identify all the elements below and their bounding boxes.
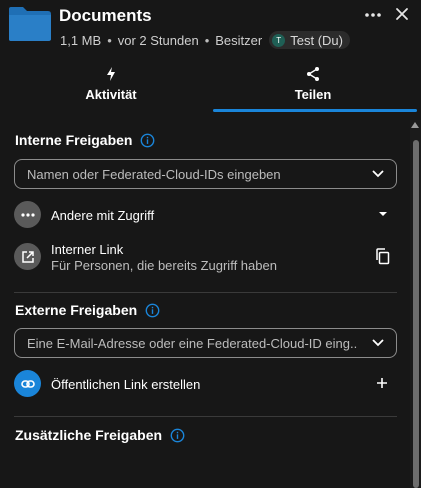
section-title-text: Interne Freigaben bbox=[15, 132, 133, 148]
create-public-link-row[interactable]: Öffentlichen Link erstellen bbox=[14, 370, 394, 400]
close-icon[interactable] bbox=[393, 5, 411, 23]
chevron-down-icon bbox=[372, 170, 384, 178]
owner-name: Test (Du) bbox=[290, 32, 343, 48]
sidebar-tabs: Aktivität Teilen bbox=[0, 60, 421, 116]
share-icon bbox=[307, 67, 319, 81]
avatar: T bbox=[272, 33, 286, 47]
chevron-down-icon bbox=[372, 339, 384, 347]
tab-activity[interactable]: Aktivität bbox=[11, 60, 211, 114]
modified-time: vor 2 Stunden bbox=[117, 32, 199, 48]
link-icon bbox=[14, 370, 41, 397]
owner-label: Besitzer bbox=[215, 32, 263, 48]
info-icon[interactable] bbox=[170, 428, 185, 443]
separator-dot: • bbox=[204, 32, 210, 48]
additional-shares-heading: Zusätzliche Freigaben bbox=[15, 427, 185, 443]
search-placeholder: Namen oder Federated-Cloud-IDs eingeben bbox=[27, 167, 281, 182]
others-with-access-row[interactable]: Andere mit Zugriff bbox=[14, 201, 394, 231]
create-public-link-label: Öffentlichen Link erstellen bbox=[51, 377, 201, 392]
external-shares-heading: Externe Freigaben bbox=[15, 302, 160, 318]
tab-label: Aktivität bbox=[85, 87, 137, 102]
file-meta: 1,1 MB • vor 2 Stunden • Besitzer T Test… bbox=[60, 31, 350, 49]
external-link-icon bbox=[14, 243, 41, 270]
search-placeholder: Eine E-Mail-Adresse oder eine Federated-… bbox=[27, 336, 357, 351]
sharing-sidebar: Documents 1,1 MB • vor 2 Stunden • Besit… bbox=[0, 0, 421, 488]
folder-icon bbox=[9, 7, 51, 41]
section-title-text: Zusätzliche Freigaben bbox=[15, 427, 163, 443]
plus-icon[interactable] bbox=[376, 377, 388, 389]
section-title-text: Externe Freigaben bbox=[15, 302, 138, 318]
internal-link-subtitle: Für Personen, die bereits Zugriff haben bbox=[51, 258, 277, 273]
internal-link-title: Interner Link bbox=[51, 242, 124, 257]
scrollbar-thumb[interactable] bbox=[413, 140, 419, 488]
scroll-up-icon[interactable] bbox=[411, 122, 419, 128]
section-divider bbox=[14, 292, 397, 293]
caret-down-icon[interactable] bbox=[378, 211, 388, 217]
internal-shares-heading: Interne Freigaben bbox=[15, 132, 155, 148]
active-tab-indicator bbox=[213, 109, 417, 112]
more-actions-button[interactable] bbox=[364, 8, 384, 22]
info-icon[interactable] bbox=[145, 303, 160, 318]
file-title: Documents bbox=[59, 6, 152, 25]
owner-chip[interactable]: T Test (Du) bbox=[269, 31, 350, 49]
info-icon[interactable] bbox=[140, 133, 155, 148]
tab-share[interactable]: Teilen bbox=[213, 60, 413, 114]
internal-link-row: Interner Link Für Personen, die bereits … bbox=[14, 242, 394, 276]
internal-share-search-input[interactable]: Namen oder Federated-Cloud-IDs eingeben bbox=[14, 159, 397, 189]
more-icon bbox=[365, 13, 381, 17]
copy-icon[interactable] bbox=[375, 248, 390, 265]
sidebar-header: Documents 1,1 MB • vor 2 Stunden • Besit… bbox=[0, 0, 421, 56]
tab-label: Teilen bbox=[294, 87, 332, 102]
others-label: Andere mit Zugriff bbox=[51, 208, 155, 223]
more-icon bbox=[14, 201, 41, 228]
lightning-icon bbox=[107, 67, 115, 81]
file-size: 1,1 MB bbox=[60, 32, 102, 48]
external-share-search-input[interactable]: Eine E-Mail-Adresse oder eine Federated-… bbox=[14, 328, 397, 358]
section-divider bbox=[14, 416, 397, 417]
separator-dot: • bbox=[107, 32, 112, 48]
